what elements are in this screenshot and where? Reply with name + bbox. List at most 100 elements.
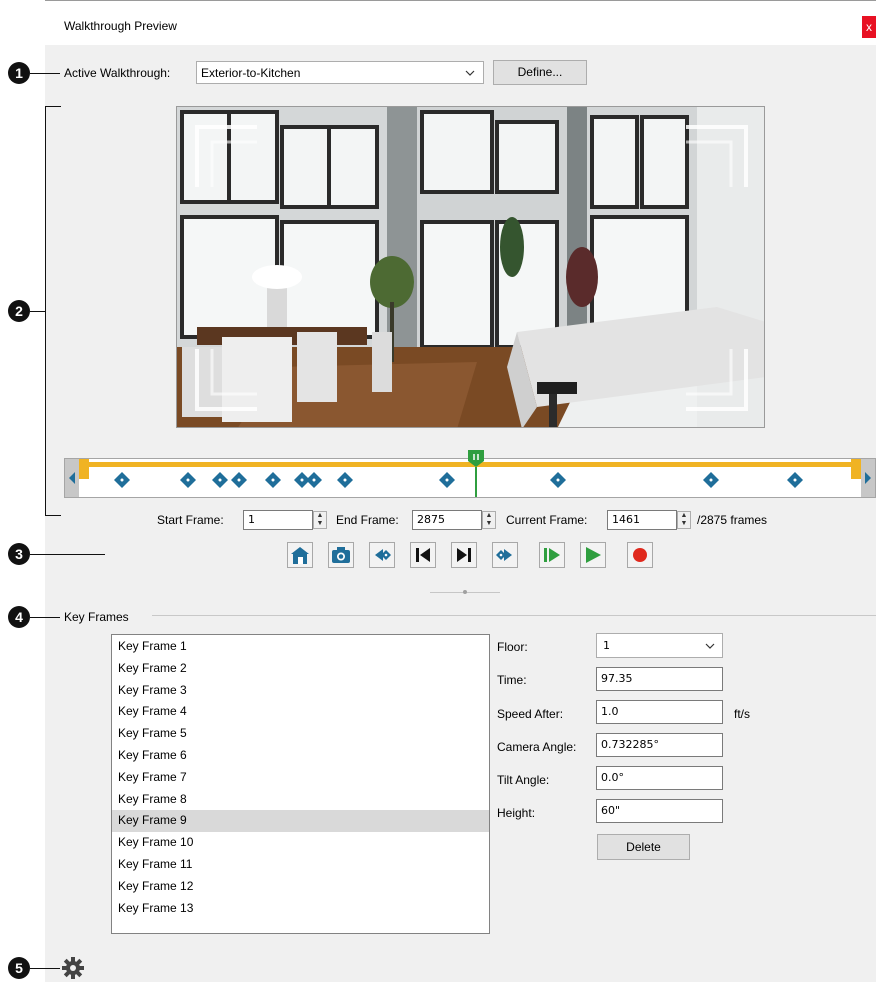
- timeline-playhead[interactable]: [467, 449, 485, 497]
- total-frames-text: /2875 frames: [697, 513, 768, 527]
- play-icon: [586, 547, 601, 563]
- key-frame-list-item[interactable]: Key Frame 12: [112, 876, 489, 898]
- key-frame-marker-icon[interactable]: [114, 472, 130, 488]
- chevron-down-icon: [465, 70, 475, 76]
- callout-2: 2: [8, 300, 30, 322]
- chevron-down-icon: [705, 643, 715, 649]
- callout-3-leader: [30, 554, 105, 555]
- height-label: Height:: [497, 806, 536, 820]
- key-frame-list-item[interactable]: Key Frame 2: [112, 658, 489, 680]
- key-frame-marker-icon[interactable]: [786, 472, 803, 488]
- time-input[interactable]: 97.35: [596, 667, 723, 691]
- callout-1-leader: [30, 73, 60, 74]
- previous-key-frame-button[interactable]: [369, 542, 395, 568]
- preview-viewport[interactable]: [176, 106, 765, 428]
- floor-label: Floor:: [497, 640, 528, 654]
- record-button[interactable]: [627, 542, 653, 568]
- key-frames-heading: Key Frames: [64, 610, 129, 624]
- callout-1: 1: [8, 62, 30, 84]
- skip-to-end-icon: [457, 548, 471, 562]
- camera-icon: [332, 547, 350, 563]
- speed-after-label: Speed After:: [497, 707, 564, 721]
- callout-5-leader: [30, 968, 60, 969]
- start-frame-input[interactable]: 1: [243, 510, 313, 530]
- key-frame-list-item[interactable]: Key Frame 7: [112, 767, 489, 789]
- callout-2-leader: [30, 311, 45, 312]
- previous-key-frame-icon: [375, 549, 391, 561]
- key-frame-list-item[interactable]: Key Frame 1: [112, 636, 489, 658]
- define-button[interactable]: Define...: [493, 60, 587, 85]
- chevron-left-icon: [69, 472, 75, 484]
- active-walkthrough-label: Active Walkthrough:: [64, 66, 171, 80]
- skip-to-start-button[interactable]: [410, 542, 436, 568]
- home-button[interactable]: [287, 542, 313, 568]
- key-frames-divider: [152, 615, 876, 616]
- key-frame-list-item[interactable]: Key Frame 3: [112, 680, 489, 702]
- start-frame-spinner[interactable]: ▲ ▼: [313, 511, 327, 529]
- chevron-right-icon: [865, 472, 871, 484]
- key-frame-list-item[interactable]: Key Frame 6: [112, 745, 489, 767]
- gear-icon: [62, 957, 84, 979]
- playhead-marker-icon: [468, 450, 485, 497]
- play-from-start-button[interactable]: [539, 542, 565, 568]
- splitter-grip: [463, 590, 467, 594]
- time-label: Time:: [497, 673, 527, 687]
- settings-button[interactable]: [61, 956, 85, 980]
- current-frame-spinner[interactable]: ▲ ▼: [677, 511, 691, 529]
- tilt-angle-input[interactable]: 0.0°: [596, 766, 723, 790]
- key-frame-marker-icon[interactable]: [549, 472, 566, 488]
- tilt-angle-label: Tilt Angle:: [497, 773, 550, 787]
- key-frame-marker-icon[interactable]: [180, 472, 197, 488]
- snapshot-button[interactable]: [328, 542, 354, 568]
- key-frame-marker-icon[interactable]: [231, 472, 248, 488]
- callout-2-bracket: [45, 106, 61, 516]
- camera-angle-label: Camera Angle:: [497, 740, 577, 754]
- active-walkthrough-select[interactable]: Exterior-to-Kitchen: [196, 61, 484, 84]
- key-frame-marker-icon[interactable]: [264, 472, 281, 488]
- key-frame-marker-icon[interactable]: [305, 472, 322, 488]
- key-frame-marker-icon[interactable]: [211, 472, 228, 488]
- end-frame-input[interactable]: 2875: [412, 510, 482, 530]
- timeline-end-handle[interactable]: [851, 459, 861, 479]
- home-icon: [291, 547, 309, 564]
- next-key-frame-button[interactable]: [492, 542, 518, 568]
- callout-5: 5: [8, 957, 30, 979]
- key-frame-list-item[interactable]: Key Frame 9: [112, 810, 489, 833]
- key-frame-marker-icon[interactable]: [336, 472, 353, 488]
- key-frame-list-item[interactable]: Key Frame 8: [112, 789, 489, 811]
- timeline-start-handle[interactable]: [79, 459, 89, 479]
- key-frames-list[interactable]: Key Frame 1 Key Frame 2 Key Frame 3 Key Fra…: [111, 634, 490, 934]
- timeline-scroll-right[interactable]: [861, 459, 875, 497]
- record-icon: [633, 548, 647, 562]
- height-input[interactable]: 60": [596, 799, 723, 823]
- current-frame-label: Current Frame:: [506, 513, 588, 527]
- callout-4: 4: [8, 606, 30, 628]
- speed-after-input[interactable]: 1.0: [596, 700, 723, 724]
- active-walkthrough-value: Exterior-to-Kitchen: [201, 66, 301, 80]
- key-frame-list-item[interactable]: Key Frame 5: [112, 723, 489, 745]
- preview-render-image: [177, 107, 764, 427]
- key-frame-marker-icon[interactable]: [702, 472, 719, 488]
- start-frame-label: Start Frame:: [157, 513, 224, 527]
- floor-value: 1: [603, 639, 610, 652]
- callout-3: 3: [8, 543, 30, 565]
- end-frame-spinner[interactable]: ▲ ▼: [482, 511, 496, 529]
- delete-button[interactable]: Delete: [597, 834, 690, 860]
- floor-select[interactable]: 1: [596, 633, 723, 658]
- key-frame-list-item[interactable]: Key Frame 11: [112, 854, 489, 876]
- current-frame-input[interactable]: 1461: [607, 510, 677, 530]
- key-frame-list-item[interactable]: Key Frame 4: [112, 701, 489, 723]
- key-frame-list-item[interactable]: Key Frame 10: [112, 832, 489, 854]
- timeline-track[interactable]: [64, 450, 876, 498]
- camera-angle-input[interactable]: 0.732285°: [596, 733, 723, 757]
- key-frame-marker-icon[interactable]: [438, 472, 455, 488]
- next-key-frame-icon: [496, 549, 512, 561]
- skip-to-end-button[interactable]: [451, 542, 477, 568]
- play-button[interactable]: [580, 542, 606, 568]
- timeline-scroll-left[interactable]: [65, 459, 79, 497]
- key-frame-list-item[interactable]: Key Frame 13: [112, 898, 489, 920]
- close-button[interactable]: x: [862, 16, 876, 38]
- end-frame-label: End Frame:: [336, 513, 399, 527]
- skip-to-start-icon: [416, 548, 430, 562]
- callout-4-leader: [30, 617, 60, 618]
